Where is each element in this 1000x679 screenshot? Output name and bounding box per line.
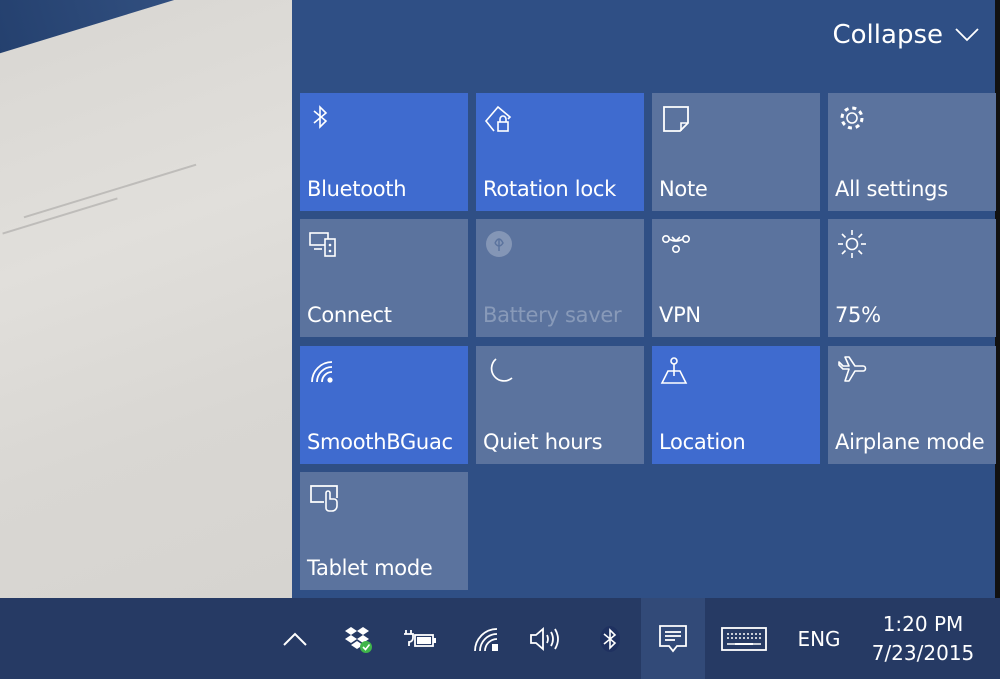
tile-label: Tablet mode — [307, 556, 433, 580]
battery-saver-icon — [484, 229, 516, 259]
chevron-down-icon — [955, 28, 979, 42]
language-label: ENG — [797, 626, 841, 651]
show-hidden-icons-button[interactable] — [274, 598, 316, 679]
tile-battery-saver[interactable]: Battery saver — [476, 219, 644, 337]
network-tray-button[interactable] — [465, 598, 509, 679]
wallpaper-streak — [23, 163, 197, 219]
rotation-lock-icon — [484, 103, 516, 133]
collapse-button[interactable]: Collapse — [833, 20, 980, 50]
tile-label: Quiet hours — [483, 430, 603, 454]
wifi-icon — [308, 356, 340, 386]
dropbox-tray-button[interactable] — [335, 598, 381, 679]
tile-connect[interactable]: Connect — [300, 219, 468, 337]
tile-label: Battery saver — [483, 303, 622, 327]
connect-icon — [308, 229, 340, 259]
action-center-icon — [659, 624, 687, 652]
volume-tray-button[interactable] — [524, 598, 568, 679]
tile-vpn[interactable]: VPN — [652, 219, 820, 337]
tile-quiet-hours[interactable]: Quiet hours — [476, 346, 644, 464]
tile-bluetooth[interactable]: Bluetooth — [300, 93, 468, 211]
tile-location[interactable]: Location — [652, 346, 820, 464]
wallpaper-sky — [0, 0, 292, 55]
wallpaper-streak — [2, 197, 118, 235]
tile-label: 75% — [835, 303, 881, 327]
location-icon — [660, 356, 692, 386]
collapse-label: Collapse — [832, 20, 944, 50]
moon-icon — [484, 356, 516, 386]
airplane-icon — [836, 356, 868, 386]
wifi-icon — [474, 627, 498, 651]
power-tray-button[interactable] — [398, 598, 442, 679]
vpn-icon — [660, 229, 692, 259]
clock-date: 7/23/2015 — [871, 640, 975, 665]
bluetooth-tray-button[interactable] — [590, 598, 630, 679]
tile-rotation-lock[interactable]: Rotation lock — [476, 93, 644, 211]
dropbox-synced-icon — [345, 626, 372, 653]
touch-keyboard-button[interactable] — [712, 598, 776, 679]
bluetooth-icon — [308, 103, 340, 133]
battery-charging-icon — [404, 629, 436, 647]
chevron-up-icon — [283, 632, 307, 646]
clock-time: 1:20 PM — [882, 611, 964, 636]
action-center-panel: Collapse Bluetooth Rotation lock Note Al… — [292, 0, 996, 598]
bluetooth-icon — [600, 625, 620, 652]
tile-label: Location — [659, 430, 746, 454]
tile-airplane-mode[interactable]: Airplane mode — [828, 346, 996, 464]
tile-label: SmoothBGuac — [307, 430, 453, 454]
tile-label: Connect — [307, 303, 392, 327]
brightness-icon — [836, 229, 868, 259]
tile-label: All settings — [835, 177, 948, 201]
tile-note[interactable]: Note — [652, 93, 820, 211]
speaker-icon — [530, 626, 559, 651]
tile-label: Note — [659, 177, 708, 201]
tile-label: VPN — [659, 303, 701, 327]
desktop-wallpaper — [0, 0, 292, 598]
tile-tablet-mode[interactable]: Tablet mode — [300, 472, 468, 590]
action-center-tray-button[interactable] — [641, 598, 705, 679]
tile-label: Airplane mode — [835, 430, 985, 454]
tile-all-settings[interactable]: All settings — [828, 93, 996, 211]
tile-label: Rotation lock — [483, 177, 616, 201]
gear-icon — [836, 103, 868, 133]
taskbar: ENG 1:20 PM 7/23/2015 — [0, 598, 1000, 679]
tablet-mode-icon — [308, 482, 340, 512]
tile-brightness[interactable]: 75% — [828, 219, 996, 337]
clock-button[interactable]: 1:20 PM 7/23/2015 — [858, 598, 988, 679]
keyboard-icon — [721, 626, 767, 651]
note-icon — [660, 103, 692, 133]
tile-label: Bluetooth — [307, 177, 407, 201]
tile-wifi-network[interactable]: SmoothBGuac — [300, 346, 468, 464]
input-language-button[interactable]: ENG — [786, 598, 852, 679]
